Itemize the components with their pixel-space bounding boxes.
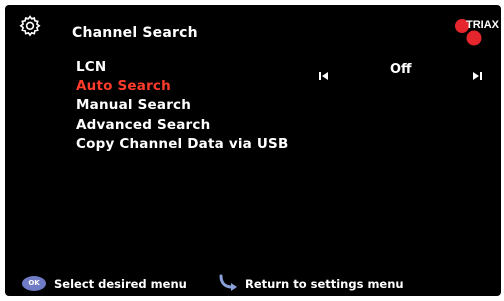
- menu-item-auto-search[interactable]: Auto Search: [76, 78, 171, 94]
- menu-item-lcn[interactable]: LCN: [76, 59, 106, 75]
- lcn-value: Off: [390, 62, 412, 77]
- ok-button-icon: OK: [22, 276, 46, 291]
- back-arrow-icon: [218, 274, 238, 292]
- lcn-selector[interactable]: Off: [318, 61, 483, 81]
- skip-previous-icon[interactable]: [318, 66, 330, 80]
- footer-hints: OK Select desired menu Return to setting…: [5, 273, 501, 295]
- triax-logo: TRIAX: [452, 17, 501, 51]
- logo-text: TRIAX: [466, 19, 499, 31]
- page-title: Channel Search: [72, 25, 198, 41]
- gear-icon: [18, 14, 42, 38]
- back-hint: Return to settings menu: [245, 277, 404, 291]
- skip-next-icon[interactable]: [471, 66, 483, 80]
- tv-screen: Channel Search TRIAX LCN Auto Search Man…: [5, 5, 501, 296]
- menu-item-advanced-search[interactable]: Advanced Search: [76, 117, 210, 133]
- menu-item-manual-search[interactable]: Manual Search: [76, 97, 191, 113]
- select-hint: Select desired menu: [54, 277, 187, 291]
- menu-item-copy-channel-data[interactable]: Copy Channel Data via USB: [76, 136, 288, 152]
